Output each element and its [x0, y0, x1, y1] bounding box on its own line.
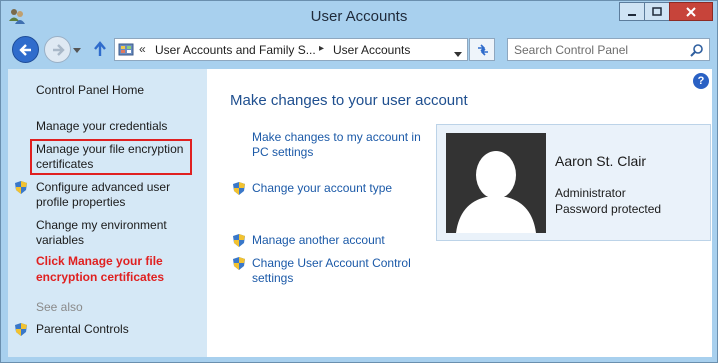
control-panel-home-link[interactable]: Control Panel Home — [36, 83, 144, 98]
uac-shield-icon — [232, 256, 246, 274]
uac-shield-icon — [232, 181, 246, 199]
minimize-icon — [628, 13, 636, 16]
address-dropdown[interactable] — [454, 47, 462, 61]
navigation-bar: « User Accounts and Family S... ▸ User A… — [1, 33, 717, 67]
content-area: Control Panel Home Manage your credentia… — [8, 69, 712, 357]
search-input[interactable] — [508, 39, 684, 60]
maximize-button[interactable] — [644, 2, 670, 21]
search-icon[interactable] — [690, 43, 704, 60]
pc-settings-link[interactable]: Make changes to my account in PC setting… — [252, 130, 422, 160]
window-title: User Accounts — [310, 8, 408, 25]
change-account-type-link[interactable]: Change your account type — [252, 181, 392, 196]
change-environment-variables-link[interactable]: Change my environment variables — [36, 218, 186, 248]
back-arrow-icon — [19, 44, 31, 56]
recent-pages-dropdown[interactable] — [73, 43, 81, 57]
breadcrumb-user-accounts-family[interactable]: User Accounts and Family S... — [155, 43, 316, 57]
left-navigation-pane: Control Panel Home Manage your credentia… — [8, 69, 207, 357]
chevron-down-icon — [454, 52, 462, 57]
breadcrumb-user-accounts[interactable]: User Accounts — [333, 43, 410, 57]
back-button[interactable] — [12, 36, 39, 63]
control-panel-icon — [118, 42, 134, 61]
manage-another-account-link[interactable]: Manage another account — [252, 233, 385, 248]
manage-credentials-link[interactable]: Manage your credentials — [36, 119, 201, 134]
address-bar[interactable]: « User Accounts and Family S... ▸ User A… — [114, 38, 468, 61]
minimize-button[interactable] — [619, 2, 645, 21]
breadcrumb-separator-icon[interactable]: ▸ — [319, 43, 324, 54]
highlight-box — [30, 139, 192, 175]
chevron-down-icon — [73, 48, 81, 53]
uac-shield-icon — [232, 233, 246, 251]
see-also-heading: See also — [36, 300, 83, 314]
up-button[interactable] — [93, 41, 107, 60]
main-pane: ? Make changes to your user account Make… — [207, 69, 712, 357]
up-arrow-icon — [94, 41, 106, 56]
page-title: Make changes to your user account — [230, 92, 468, 109]
account-card: Aaron St. Clair Administrator Password p… — [436, 124, 711, 241]
title-bar[interactable]: User Accounts — [1, 1, 717, 31]
help-icon[interactable]: ? — [693, 73, 709, 89]
account-name: Aaron St. Clair — [555, 153, 647, 169]
caption-buttons — [619, 2, 713, 21]
uac-shield-icon — [14, 322, 28, 340]
maximize-icon — [652, 6, 662, 16]
search-box[interactable] — [507, 38, 710, 61]
forward-button[interactable] — [44, 36, 71, 63]
parental-controls-link[interactable]: Parental Controls — [36, 322, 129, 337]
forward-arrow-icon — [53, 44, 65, 56]
user-accounts-window: User Accounts « User Accounts and Family… — [0, 0, 718, 363]
breadcrumb-overflow[interactable]: « — [139, 42, 146, 56]
instruction-callout: Click Manage your file encryption certif… — [36, 254, 165, 284]
account-type: Administrator — [555, 186, 626, 200]
user-avatar-icon — [446, 133, 546, 233]
uac-shield-icon — [14, 180, 28, 198]
close-icon — [686, 6, 696, 17]
close-button[interactable] — [669, 2, 713, 21]
refresh-button[interactable] — [469, 38, 495, 61]
refresh-icon — [478, 44, 488, 56]
uac-settings-link[interactable]: Change User Account Control settings — [252, 256, 422, 286]
configure-advanced-profile-link[interactable]: Configure advanced user profile properti… — [36, 180, 186, 210]
account-password-status: Password protected — [555, 202, 662, 216]
